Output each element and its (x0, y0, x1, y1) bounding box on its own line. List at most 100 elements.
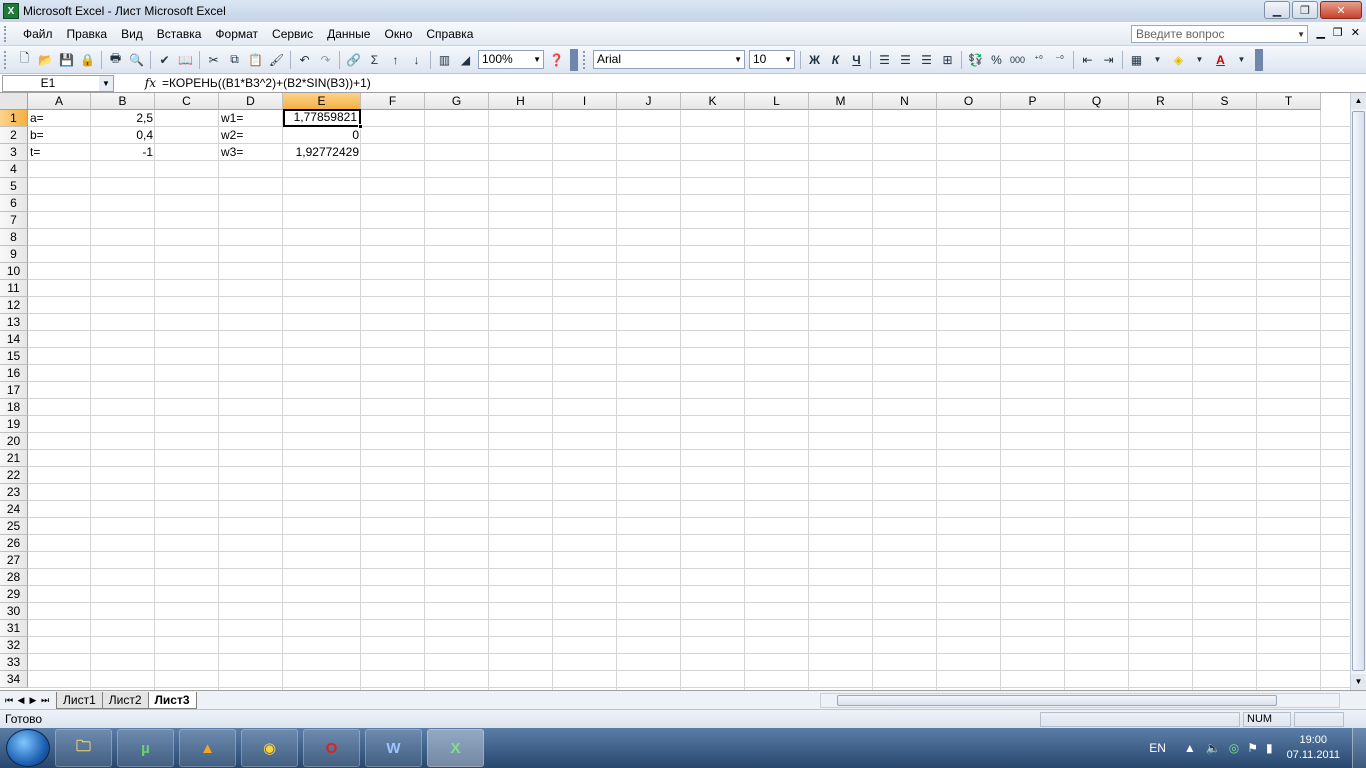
row-header-17[interactable]: 17 (0, 382, 28, 399)
format-painter-icon[interactable]: 🖌 (267, 50, 286, 70)
row-header-8[interactable]: 8 (0, 229, 28, 246)
column-header-i[interactable]: I (553, 93, 617, 110)
chevron-down-icon[interactable]: ▼ (1148, 50, 1167, 70)
select-all-button[interactable] (0, 93, 28, 110)
row-header-9[interactable]: 9 (0, 246, 28, 263)
next-sheet-icon[interactable]: ▶ (27, 695, 39, 706)
row-header-7[interactable]: 7 (0, 212, 28, 229)
row-header-10[interactable]: 10 (0, 263, 28, 280)
show-desktop-button[interactable] (1352, 728, 1366, 768)
redo-icon[interactable]: ↷ (316, 50, 335, 70)
workbook-restore-button[interactable]: ❐ (1333, 26, 1343, 39)
fill-color-icon[interactable]: ◈ (1169, 50, 1188, 70)
volume-icon[interactable]: 🔈 (1206, 741, 1221, 755)
toolbar-grip[interactable] (4, 50, 10, 69)
toolbar-options-icon[interactable] (1255, 48, 1263, 71)
excel-app-icon[interactable]: X (3, 3, 19, 19)
workbook-close-button[interactable]: ✕ (1351, 26, 1360, 39)
column-header-s[interactable]: S (1193, 93, 1257, 110)
row-header-3[interactable]: 3 (0, 144, 28, 161)
first-sheet-icon[interactable]: ⏮ (3, 695, 15, 706)
hyperlink-icon[interactable]: 🔗 (344, 50, 363, 70)
row-header-26[interactable]: 26 (0, 535, 28, 552)
last-sheet-icon[interactable]: ⏭ (39, 695, 51, 706)
row-header-6[interactable]: 6 (0, 195, 28, 212)
opera-icon[interactable]: O (303, 729, 360, 767)
sheet-tab-2[interactable]: Лист2 (101, 691, 149, 709)
help-icon[interactable]: ❓ (547, 50, 566, 70)
sheet-tab-1[interactable]: Лист1 (56, 691, 103, 709)
column-header-j[interactable]: J (617, 93, 681, 110)
font-name-select[interactable]: Arial ▼ (593, 50, 745, 69)
help-question-input[interactable]: Введите вопрос ▼ (1131, 25, 1308, 43)
font-size-select[interactable]: 10 ▼ (749, 50, 795, 69)
column-header-d[interactable]: D (219, 93, 283, 110)
increase-indent-icon[interactable]: ⇥ (1099, 50, 1118, 70)
network-icon[interactable]: ▮ (1266, 741, 1273, 755)
column-header-t[interactable]: T (1257, 93, 1321, 110)
cell-d2[interactable]: w2= (219, 127, 283, 144)
cell-d1[interactable]: w1= (219, 110, 283, 127)
column-header-q[interactable]: Q (1065, 93, 1129, 110)
cell-e3[interactable]: 1,92772429 (283, 144, 361, 161)
menu-file[interactable]: Файл (16, 24, 60, 44)
sort-ascending-icon[interactable]: ↑ (386, 50, 405, 70)
excel-icon[interactable]: X (427, 729, 484, 767)
align-right-icon[interactable]: ☰ (917, 50, 936, 70)
cell-b1[interactable]: 2,5 (91, 110, 155, 127)
chevron-down-icon[interactable]: ▼ (1297, 30, 1305, 39)
menu-view[interactable]: Вид (114, 24, 150, 44)
increase-decimal-icon[interactable]: ⁺⁰ (1029, 50, 1048, 70)
row-header-31[interactable]: 31 (0, 620, 28, 637)
print-preview-icon[interactable]: 🔍 (127, 50, 146, 70)
row-header-30[interactable]: 30 (0, 603, 28, 620)
align-left-icon[interactable]: ☰ (875, 50, 894, 70)
menu-window[interactable]: Окно (377, 24, 419, 44)
workbook-minimize-button[interactable]: ▁ (1316, 26, 1324, 39)
row-header-20[interactable]: 20 (0, 433, 28, 450)
underline-button[interactable]: Ч (847, 50, 866, 70)
spelling-icon[interactable]: ✔ (155, 50, 174, 70)
menu-grip[interactable] (4, 25, 10, 42)
name-box[interactable]: E1 ▼ (2, 74, 114, 92)
drawing-icon[interactable]: ◢ (456, 50, 475, 70)
column-header-h[interactable]: H (489, 93, 553, 110)
align-center-icon[interactable]: ☰ (896, 50, 915, 70)
row-header-15[interactable]: 15 (0, 348, 28, 365)
vertical-scroll-thumb[interactable] (1352, 111, 1365, 671)
chart-wizard-icon[interactable]: ▥ (435, 50, 454, 70)
column-header-o[interactable]: O (937, 93, 1001, 110)
cell-e2[interactable]: 0 (283, 127, 361, 144)
autosum-icon[interactable]: Σ (365, 50, 384, 70)
chevron-down-icon[interactable]: ▼ (1232, 50, 1251, 70)
research-icon[interactable]: 📖 (176, 50, 195, 70)
chrome-icon[interactable]: ◉ (241, 729, 298, 767)
new-icon[interactable]: 🗋 (15, 50, 34, 70)
zoom-select[interactable]: 100% ▼ (478, 50, 544, 69)
merge-center-icon[interactable]: ⊞ (938, 50, 957, 70)
row-header-13[interactable]: 13 (0, 314, 28, 331)
column-header-r[interactable]: R (1129, 93, 1193, 110)
open-icon[interactable]: 📂 (36, 50, 55, 70)
action-center-icon[interactable]: ⚑ (1247, 741, 1258, 755)
row-header-32[interactable]: 32 (0, 637, 28, 654)
tray-app-icon[interactable]: ◎ (1229, 741, 1239, 755)
permission-icon[interactable]: 🔒 (78, 50, 97, 70)
cell-a3[interactable]: t= (28, 144, 91, 161)
row-header-19[interactable]: 19 (0, 416, 28, 433)
word-icon[interactable]: W (365, 729, 422, 767)
folder-icon[interactable]: 🗀 (55, 729, 112, 767)
chevron-down-icon[interactable]: ▼ (1190, 50, 1209, 70)
row-header-29[interactable]: 29 (0, 586, 28, 603)
insert-function-icon[interactable]: fx (114, 76, 162, 90)
row-header-4[interactable]: 4 (0, 161, 28, 178)
column-header-n[interactable]: N (873, 93, 937, 110)
cell-b3[interactable]: -1 (91, 144, 155, 161)
restore-button[interactable]: ❐ (1292, 1, 1318, 19)
row-header-23[interactable]: 23 (0, 484, 28, 501)
language-indicator[interactable]: EN (1149, 741, 1166, 755)
column-header-m[interactable]: M (809, 93, 873, 110)
save-icon[interactable]: 💾 (57, 50, 76, 70)
row-header-28[interactable]: 28 (0, 569, 28, 586)
menu-help[interactable]: Справка (419, 24, 480, 44)
